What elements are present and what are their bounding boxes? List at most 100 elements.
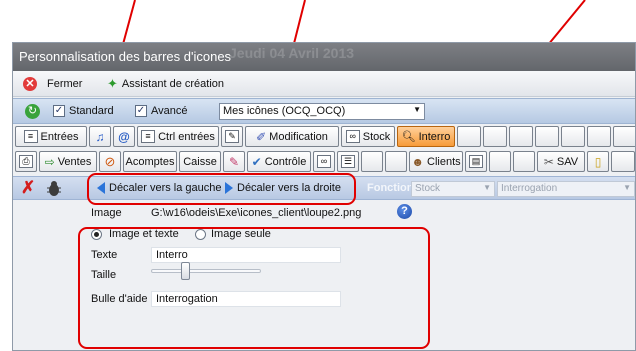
music-icon: ♫ — [95, 129, 105, 144]
empty-slot[interactable] — [561, 126, 585, 147]
entrees-label: Entrées — [40, 130, 79, 143]
sav-label: SAV — [556, 155, 579, 168]
pen-icon: ✎ — [225, 130, 239, 143]
caisse-label: Caisse — [183, 155, 217, 168]
icon-button-clients[interactable]: ☻ Clients — [409, 151, 463, 172]
empty-slot[interactable] — [483, 126, 507, 147]
empty-slot[interactable] — [509, 126, 533, 147]
ventes-label: Ventes — [57, 155, 92, 168]
acomptes-label: Acomptes — [125, 155, 175, 168]
help-icon[interactable]: ? — [397, 204, 412, 219]
pen-icon: ✎ — [228, 154, 240, 169]
function-label: Fonction — [367, 182, 414, 194]
binoculars-icon: ∞ — [317, 155, 331, 168]
annotation-frame-properties — [78, 227, 430, 349]
icon-set-select[interactable]: Mes icônes (OCQ_OCQ) ▼ — [219, 103, 425, 120]
function-detail-select[interactable]: Interrogation ▼ — [497, 181, 635, 197]
empty-slot[interactable] — [457, 126, 481, 147]
icon-button-music[interactable]: ♫ — [89, 126, 111, 147]
empty-slot[interactable] — [611, 151, 635, 172]
list-icon: ≡ — [141, 130, 156, 143]
icon-button-controle[interactable]: ✔ Contrôle — [247, 151, 311, 172]
icon-row-2: ⎙ ⇨ Ventes ⊘ Acomptes Caisse ✎ ✔ Contrôle … — [13, 150, 635, 174]
close-icon: ✕ — [23, 77, 37, 91]
wand-icon: ✦ — [107, 76, 118, 91]
at-icon: @ — [118, 129, 130, 144]
standard-label: Standard — [69, 105, 114, 117]
empty-slot[interactable] — [385, 151, 407, 172]
delete-icon[interactable]: ✗ — [21, 178, 35, 198]
icon-button-pen[interactable]: ✎ — [221, 126, 243, 147]
interro-label: Interro — [418, 130, 451, 143]
icon-button-stock[interactable]: ∞ Stock — [341, 126, 395, 147]
icon-button-print[interactable]: ⎙ — [15, 151, 37, 172]
advanced-label: Avancé — [151, 105, 188, 117]
icon-button-stack[interactable]: ☰ — [337, 151, 359, 172]
empty-slot[interactable] — [535, 126, 559, 147]
printer-icon: ⎙ — [19, 155, 33, 168]
edit-icon: ✐ — [256, 129, 267, 144]
ctrl-entrees-label: Ctrl entrées — [158, 130, 215, 143]
stack-icon: ☰ — [341, 155, 355, 168]
icon-button-pen-2[interactable]: ✎ — [223, 151, 245, 172]
no-icon: ⊘ — [104, 153, 116, 169]
background-date: Jeudi 04 Avril 2013 — [229, 45, 355, 61]
icon-button-sav[interactable]: ✂ SAV — [537, 151, 585, 172]
empty-slot[interactable] — [513, 151, 535, 172]
options-bar: ↻ ✓ Standard ✓ Avancé Mes icônes (OCQ_OC… — [13, 98, 635, 124]
window-title: Personnalisation des barres d'icones — [19, 49, 232, 64]
list-icon: ≡ — [23, 130, 38, 143]
modification-label: Modification — [269, 130, 328, 143]
empty-slot[interactable] — [587, 126, 611, 147]
title-bar: Jeudi 04 Avril 2013 Personnalisation des… — [13, 43, 635, 71]
clients-label: Clients — [427, 155, 461, 168]
icon-button-interro[interactable]: 🔍︎ Interro — [397, 126, 455, 147]
icon-button-forbidden[interactable]: ⊘ — [99, 151, 121, 172]
advanced-check-icon: ✓ — [135, 105, 147, 117]
person-icon: ☻ — [411, 154, 424, 169]
book-icon: ▤ — [469, 155, 483, 168]
empty-slot[interactable] — [613, 126, 635, 147]
empty-slot[interactable] — [489, 151, 511, 172]
wizard-button[interactable]: ✦ Assistant de création — [107, 76, 224, 92]
binoculars-icon: ∞ — [345, 130, 360, 143]
icon-button-email[interactable]: @ — [113, 126, 135, 147]
icon-button-ctrl-entrees[interactable]: ≡ Ctrl entrées — [137, 126, 219, 147]
advanced-checkbox[interactable]: ✓ Avancé — [135, 105, 188, 117]
wizard-label: Assistant de création — [121, 78, 225, 90]
icon-button-note[interactable]: ▯ — [587, 151, 609, 172]
bug-icon[interactable] — [46, 180, 62, 197]
stock-label: Stock — [362, 130, 391, 143]
function-select[interactable]: Stock ▼ — [411, 181, 495, 197]
icon-button-caisse[interactable]: Caisse — [179, 151, 221, 172]
empty-slot[interactable] — [361, 151, 383, 172]
note-icon: ▯ — [594, 154, 602, 169]
refresh-icon[interactable]: ↻ — [25, 104, 40, 119]
close-button[interactable]: ✕ Fermer — [23, 76, 82, 92]
icon-set-value: Mes icônes (OCQ_OCQ) — [223, 105, 346, 117]
icon-button-entrees[interactable]: ≡ Entrées — [15, 126, 87, 147]
controle-label: Contrôle — [264, 155, 307, 168]
tools-icon: ✂ — [543, 154, 554, 169]
icon-row-1: ≡ Entrées ♫ @ ≡ Ctrl entrées ✎ ✐ Modificati… — [13, 125, 635, 149]
icon-button-book[interactable]: ▤ — [465, 151, 487, 172]
standard-checkbox[interactable]: ✓ Standard — [53, 105, 114, 117]
standard-check-icon: ✓ — [53, 105, 65, 117]
function-detail-value: Interrogation — [501, 183, 558, 194]
icon-button-modification[interactable]: ✐ Modification — [245, 126, 339, 147]
check-icon: ✔ — [251, 154, 262, 169]
function-value: Stock — [415, 183, 441, 194]
cart-icon: ⇨ — [44, 154, 55, 169]
icon-button-acomptes[interactable]: Acomptes — [123, 151, 177, 172]
image-path[interactable]: G:\w16\odeis\Exe\icones_client\loupe2.pn… — [151, 207, 361, 219]
chevron-down-icon: ▼ — [623, 183, 631, 192]
chevron-down-icon: ▼ — [483, 183, 491, 192]
command-bar: ✕ Fermer ✦ Assistant de création — [13, 71, 635, 97]
icon-button-binoculars[interactable]: ∞ — [313, 151, 335, 172]
chevron-down-icon: ▼ — [413, 105, 421, 114]
icon-button-ventes[interactable]: ⇨ Ventes — [39, 151, 97, 172]
magnifier-icon: 🔍︎ — [401, 131, 416, 143]
annotation-frame-move-buttons — [87, 173, 356, 205]
close-label: Fermer — [47, 78, 83, 90]
image-label: Image — [91, 207, 122, 219]
